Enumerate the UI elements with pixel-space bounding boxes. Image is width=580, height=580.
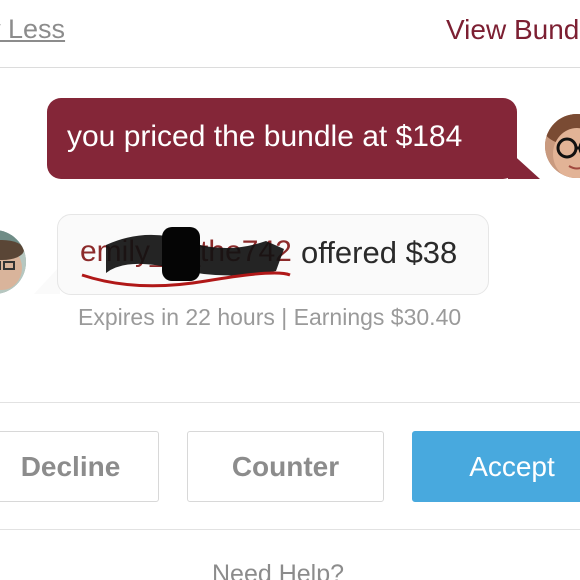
divider-bottom	[0, 529, 580, 530]
redaction-scribble	[81, 227, 291, 288]
decline-button[interactable]: Decline	[0, 431, 159, 502]
top-bar: ow Less View Bund	[0, 0, 580, 68]
seller-avatar-image	[545, 114, 580, 178]
view-bundle-link[interactable]: View Bund	[446, 14, 579, 46]
show-less-link[interactable]: ow Less	[0, 14, 65, 45]
buyer-avatar[interactable]	[0, 230, 26, 294]
offer-screen: ow Less View Bund you priced the bundle …	[0, 0, 580, 580]
offer-amount-text: offered $38	[301, 235, 458, 270]
offer-expiry-earnings: Expires in 22 hours | Earnings $30.40	[78, 304, 462, 330]
accept-button[interactable]: Accept	[412, 431, 580, 502]
need-help-link[interactable]: Need Help?	[212, 560, 344, 580]
seller-message-text: you priced the bundle at $184	[67, 120, 463, 153]
seller-avatar[interactable]	[545, 114, 580, 178]
buyer-avatar-image	[0, 230, 26, 294]
buyer-offer-bubble: emily___the742 offered $38	[57, 214, 489, 295]
counter-button[interactable]: Counter	[187, 431, 384, 502]
seller-message-bubble: you priced the bundle at $184	[47, 98, 517, 179]
divider-top	[0, 402, 580, 403]
